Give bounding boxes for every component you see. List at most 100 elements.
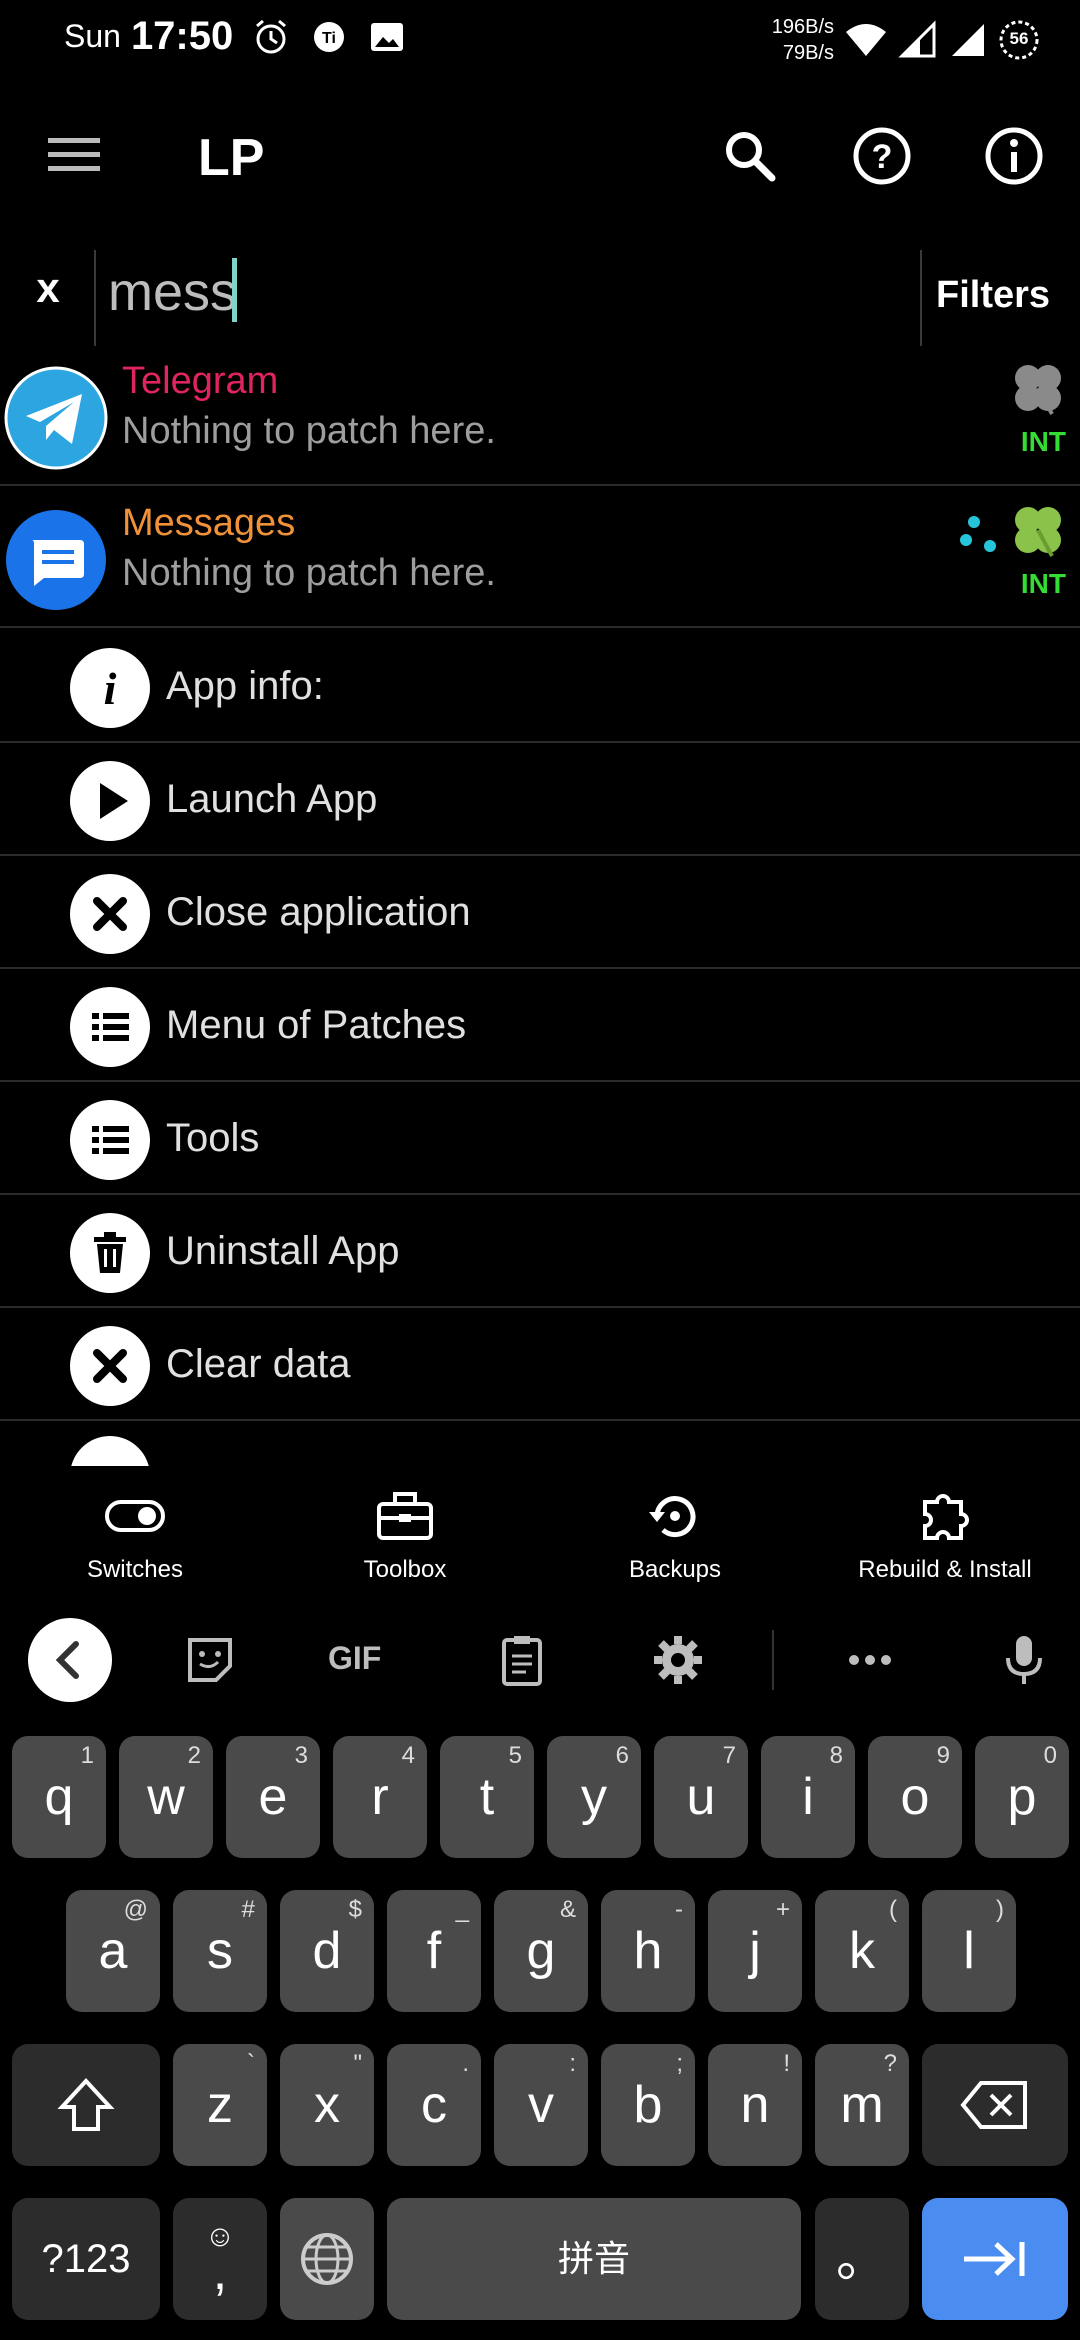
speed-down: 79B/s — [782, 42, 834, 64]
shift-key[interactable] — [12, 2044, 160, 2166]
key-k[interactable]: k( — [815, 1890, 909, 2012]
key-s[interactable]: s # — [173, 1890, 267, 2012]
clear-search-button[interactable]: x — [30, 264, 66, 312]
battery-level: 56 — [1009, 29, 1029, 48]
keyboard-back-button[interactable] — [28, 1618, 112, 1702]
help-icon[interactable]: ? — [850, 124, 914, 188]
app-list-item-telegram[interactable]: Telegram Nothing to patch here. INT — [0, 346, 1080, 486]
space-key[interactable]: 拼音 — [387, 2198, 801, 2320]
menu-item-menu-of-patches[interactable]: Menu of Patches — [0, 969, 1080, 1082]
tab-next-icon — [964, 2242, 1025, 2276]
key-w[interactable]: w2 — [119, 1736, 213, 1858]
signal-icon — [898, 20, 936, 58]
key-p[interactable]: p0 — [975, 1736, 1069, 1858]
sticker-icon[interactable] — [180, 1630, 240, 1690]
list-icon — [70, 987, 150, 1067]
key-b[interactable]: b; — [601, 2044, 695, 2166]
search-input[interactable] — [108, 254, 898, 330]
key-a[interactable]: a @ — [66, 1890, 160, 2012]
key-o[interactable]: o9 — [868, 1736, 962, 1858]
key-f[interactable]: f _ — [387, 1890, 481, 2012]
filters-button[interactable]: Filters — [936, 274, 1050, 317]
key-l[interactable]: l) — [922, 1890, 1016, 2012]
svg-text:Ti: Ti — [322, 30, 336, 47]
nav-toolbox[interactable]: Toolbox — [270, 1466, 540, 1600]
image-icon — [371, 22, 404, 51]
more-icon[interactable] — [840, 1630, 900, 1690]
gear-icon[interactable] — [648, 1630, 708, 1690]
globe-icon — [301, 2233, 353, 2285]
play-icon — [70, 761, 150, 841]
key-c[interactable]: c. — [387, 2044, 481, 2166]
app-status: Nothing to patch here. — [122, 410, 496, 452]
key-j[interactable]: j + — [708, 1890, 802, 2012]
menu-item-label: Clear data — [166, 1342, 351, 1386]
key-e[interactable]: e3 — [226, 1736, 320, 1858]
menu-item-clear-data[interactable]: Clear data — [0, 1308, 1080, 1421]
status-bar: Sun 17:50 Ti 196B/s 79B/s 56 — [0, 0, 1080, 80]
nav-label: Toolbox — [363, 1556, 447, 1583]
nav-backups[interactable]: Backups — [540, 1466, 810, 1600]
clipboard-icon[interactable] — [492, 1630, 552, 1690]
symbols-key[interactable]: ?123 — [12, 2198, 160, 2320]
divider — [94, 250, 96, 346]
trash-icon — [70, 1213, 150, 1293]
key-t[interactable]: t5 — [440, 1736, 534, 1858]
svg-text:i: i — [104, 663, 117, 714]
key-q[interactable]: q1 — [12, 1736, 106, 1858]
nav-rebuild-install[interactable]: Rebuild & Install — [810, 1466, 1080, 1600]
language-key[interactable] — [280, 2198, 374, 2320]
app-bar: LP ? — [0, 100, 1080, 210]
divider — [772, 1630, 774, 1690]
dots-indicator-icon — [960, 516, 996, 552]
gif-button[interactable]: GIF — [328, 1640, 381, 1677]
key-n[interactable]: n! — [708, 2044, 802, 2166]
nav-label: Rebuild & Install — [858, 1556, 1032, 1583]
key-h[interactable]: h- — [601, 1890, 695, 2012]
keyboard: GIF q1 w2 e3 r4 t5 y6 u7 i8 o9 p0 a @ s … — [0, 1600, 1080, 2340]
info-icon[interactable] — [982, 124, 1046, 188]
key-d[interactable]: d $ — [280, 1890, 374, 2012]
bottom-navigation: Switches Toolbox Backups Rebuild & Insta… — [0, 1466, 1080, 1600]
key-x[interactable]: x " — [280, 2044, 374, 2166]
info-icon: i — [70, 648, 150, 728]
key-m[interactable]: m? — [815, 2044, 909, 2166]
clover-green-icon — [1015, 507, 1061, 557]
key-r[interactable]: r4 — [333, 1736, 427, 1858]
menu-item-label: App info: — [166, 664, 324, 708]
key-v[interactable]: v: — [494, 2044, 588, 2166]
microphone-icon[interactable] — [994, 1630, 1054, 1690]
app-title: LP — [198, 129, 265, 187]
comma-key[interactable]: ☺ , — [173, 2198, 267, 2320]
status-time: 17:50 — [130, 14, 234, 58]
wifi-icon — [846, 24, 886, 56]
nav-label: Switches — [86, 1556, 184, 1583]
menu-item-label: Menu of Patches — [166, 1003, 467, 1047]
search-icon[interactable] — [718, 124, 782, 188]
menu-item-app-info[interactable]: i App info: — [0, 630, 1080, 743]
menu-item-label: Close application — [166, 890, 471, 934]
menu-item-launch-app[interactable]: Launch App — [0, 743, 1080, 856]
menu-item-close-application[interactable]: Close application — [0, 856, 1080, 969]
keyboard-toolbar: GIF — [0, 1600, 1080, 1720]
app-list-item-messages[interactable]: Messages Nothing to patch here. INT — [0, 488, 1080, 628]
svg-text:?: ? — [872, 138, 893, 176]
enter-key[interactable] — [922, 2198, 1068, 2320]
nav-label: Backups — [628, 1556, 722, 1583]
key-g[interactable]: g & — [494, 1890, 588, 2012]
key-i[interactable]: i8 — [761, 1736, 855, 1858]
menu-item-tools[interactable]: Tools — [0, 1082, 1080, 1195]
speed-up: 196B/s — [771, 16, 834, 38]
key-u[interactable]: u7 — [654, 1736, 748, 1858]
key-z[interactable]: z ` — [173, 2044, 267, 2166]
hamburger-menu-icon[interactable] — [46, 130, 102, 180]
telegram-app-icon — [4, 366, 108, 470]
menu-item-uninstall-app[interactable]: Uninstall App — [0, 1195, 1080, 1308]
toolbox-icon — [377, 1492, 433, 1540]
int-badge: INT — [1020, 426, 1066, 457]
nav-switches[interactable]: Switches — [0, 1466, 270, 1600]
backspace-key[interactable] — [922, 2044, 1068, 2166]
app-status: Nothing to patch here. — [122, 552, 496, 594]
key-y[interactable]: y6 — [547, 1736, 641, 1858]
period-key[interactable]: 。 — [815, 2198, 909, 2320]
